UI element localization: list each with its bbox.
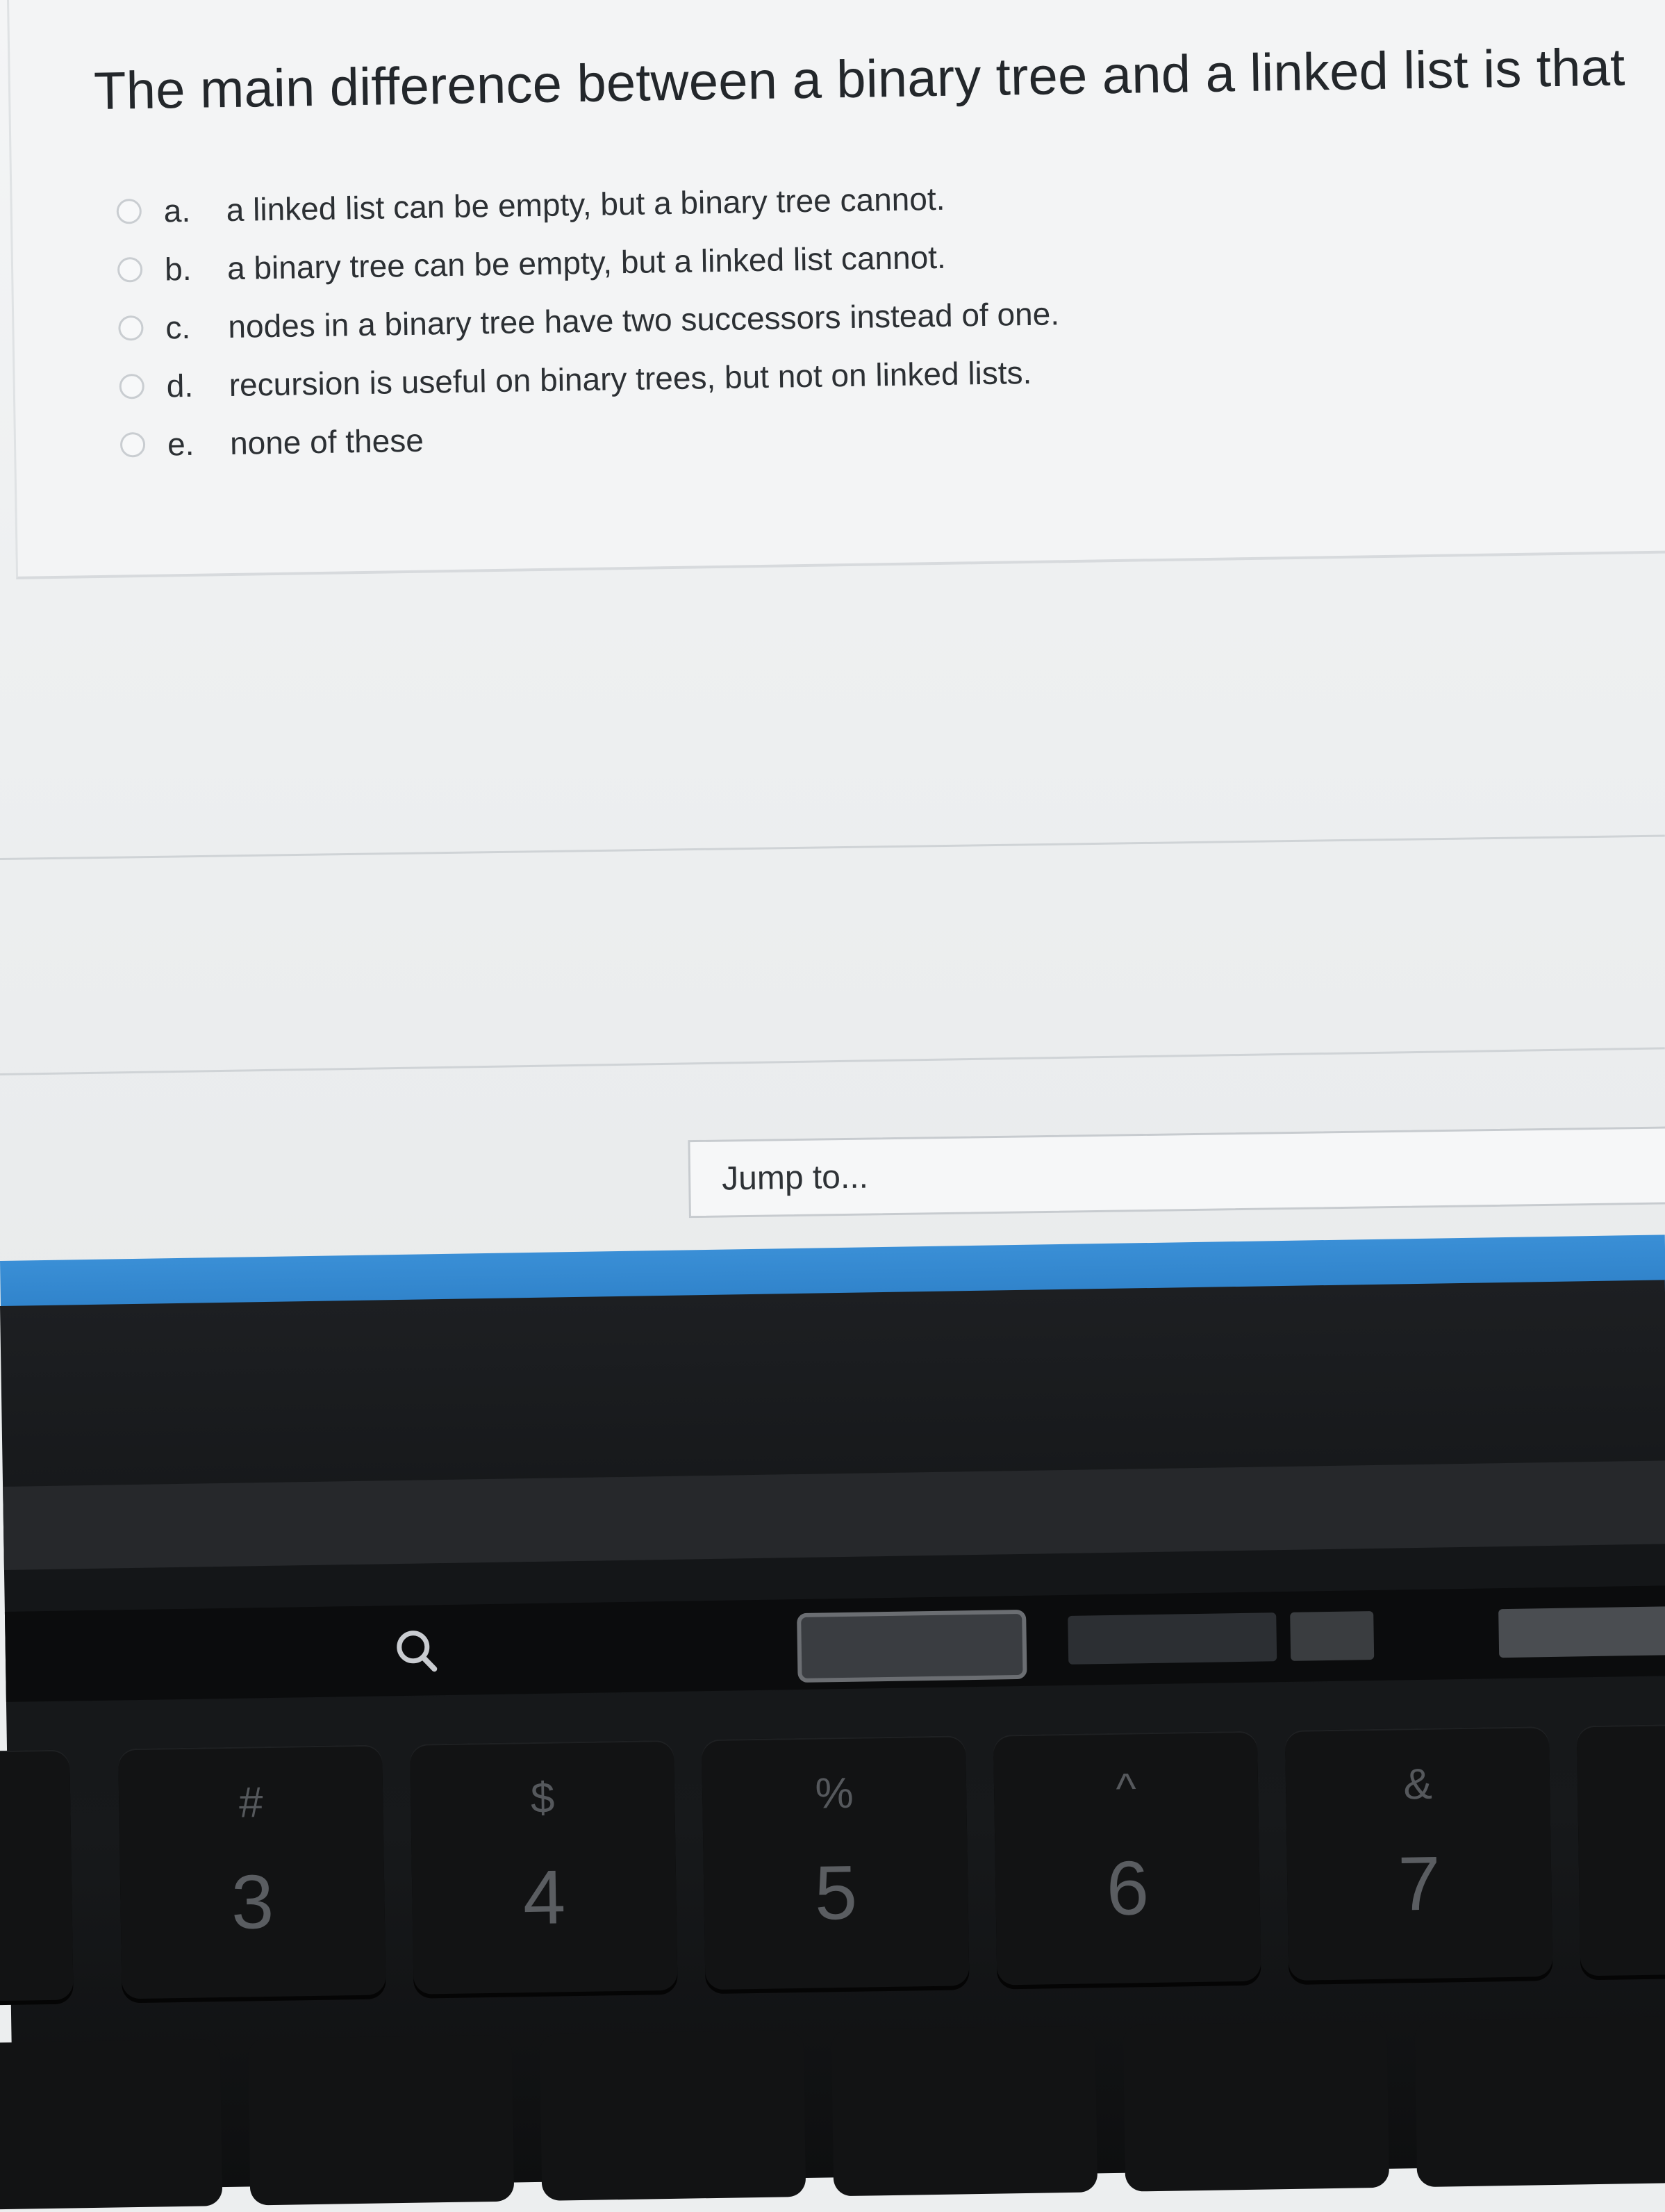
key-7[interactable]: & 7 (1284, 1726, 1553, 1981)
keyboard-key[interactable] (539, 2029, 806, 2201)
key-main-label: 5 (813, 1849, 858, 1936)
key-main-label: 3 (230, 1858, 275, 1945)
key-5[interactable]: % 5 (701, 1735, 970, 1990)
touchbar-slider[interactable] (797, 1609, 1027, 1683)
key-3[interactable]: # 3 (118, 1744, 386, 1999)
radio-button-d[interactable] (119, 373, 145, 399)
question-card: The main difference between a binary tre… (7, 0, 1665, 579)
section-divider (0, 1047, 1665, 1075)
section-divider (0, 834, 1665, 860)
radio-button-e[interactable] (119, 431, 146, 458)
key-shift-label: & (1402, 1760, 1433, 1809)
answer-letter: e. (167, 425, 194, 463)
screen: The main difference between a binary tre… (0, 0, 1665, 1320)
key-shift-label: $ (530, 1774, 555, 1823)
touchbar-control[interactable] (1498, 1606, 1665, 1658)
key-main-label: 7 (1397, 1840, 1441, 1927)
radio-button-c[interactable] (118, 315, 144, 341)
search-icon[interactable] (390, 1626, 440, 1675)
letter-key-row (0, 2015, 1665, 2211)
jump-to-label: Jump to... (721, 1158, 869, 1197)
key-main-label: 6 (1105, 1845, 1150, 1932)
radio-button-b[interactable] (117, 256, 143, 283)
touchbar-control[interactable] (1290, 1610, 1375, 1661)
keyboard-key[interactable] (1576, 1722, 1665, 1976)
question-text: The main difference between a binary tre… (93, 38, 1626, 122)
touchbar-control[interactable] (1068, 1612, 1277, 1665)
key-shift-label: ^ (1116, 1765, 1137, 1813)
keyboard-key[interactable] (1414, 2016, 1665, 2188)
jump-to-select[interactable]: Jump to... (688, 1126, 1665, 1219)
number-key-row: # 3 $ 4 % 5 ^ 6 & 7 (0, 1722, 1665, 2008)
keyboard-key[interactable] (247, 2034, 515, 2206)
answer-letter: b. (164, 250, 192, 288)
keyboard-key[interactable] (0, 2039, 223, 2211)
touch-bar (4, 1585, 1665, 1702)
answer-letter: d. (166, 367, 194, 404)
keyboard-key[interactable] (0, 1749, 74, 2004)
answer-text: none of these (229, 422, 424, 462)
key-main-label: 4 (522, 1854, 567, 1941)
answer-text: a linked list can be empty, but a binary… (226, 180, 945, 229)
radio-button-a[interactable] (116, 198, 142, 224)
key-4[interactable]: $ 4 (409, 1740, 678, 1995)
key-shift-label: % (815, 1769, 854, 1818)
answer-list: a. a linked list can be empty, but a bin… (116, 167, 1061, 474)
keyboard-key[interactable] (831, 2025, 1098, 2197)
key-6[interactable]: ^ 6 (993, 1731, 1261, 1986)
answer-letter: a. (163, 192, 191, 229)
answer-text: nodes in a binary tree have two successo… (228, 295, 1060, 345)
key-shift-label: # (238, 1778, 264, 1827)
keyboard-key[interactable] (1123, 2020, 1390, 2192)
answer-text: recursion is useful on binary trees, but… (229, 354, 1032, 404)
answer-letter: c. (165, 308, 191, 346)
laptop-hinge (3, 1460, 1665, 1570)
laptop-keyboard: # 3 $ 4 % 5 ^ 6 & 7 (0, 1280, 1665, 2211)
answer-text: a binary tree can be empty, but a linked… (226, 238, 947, 287)
